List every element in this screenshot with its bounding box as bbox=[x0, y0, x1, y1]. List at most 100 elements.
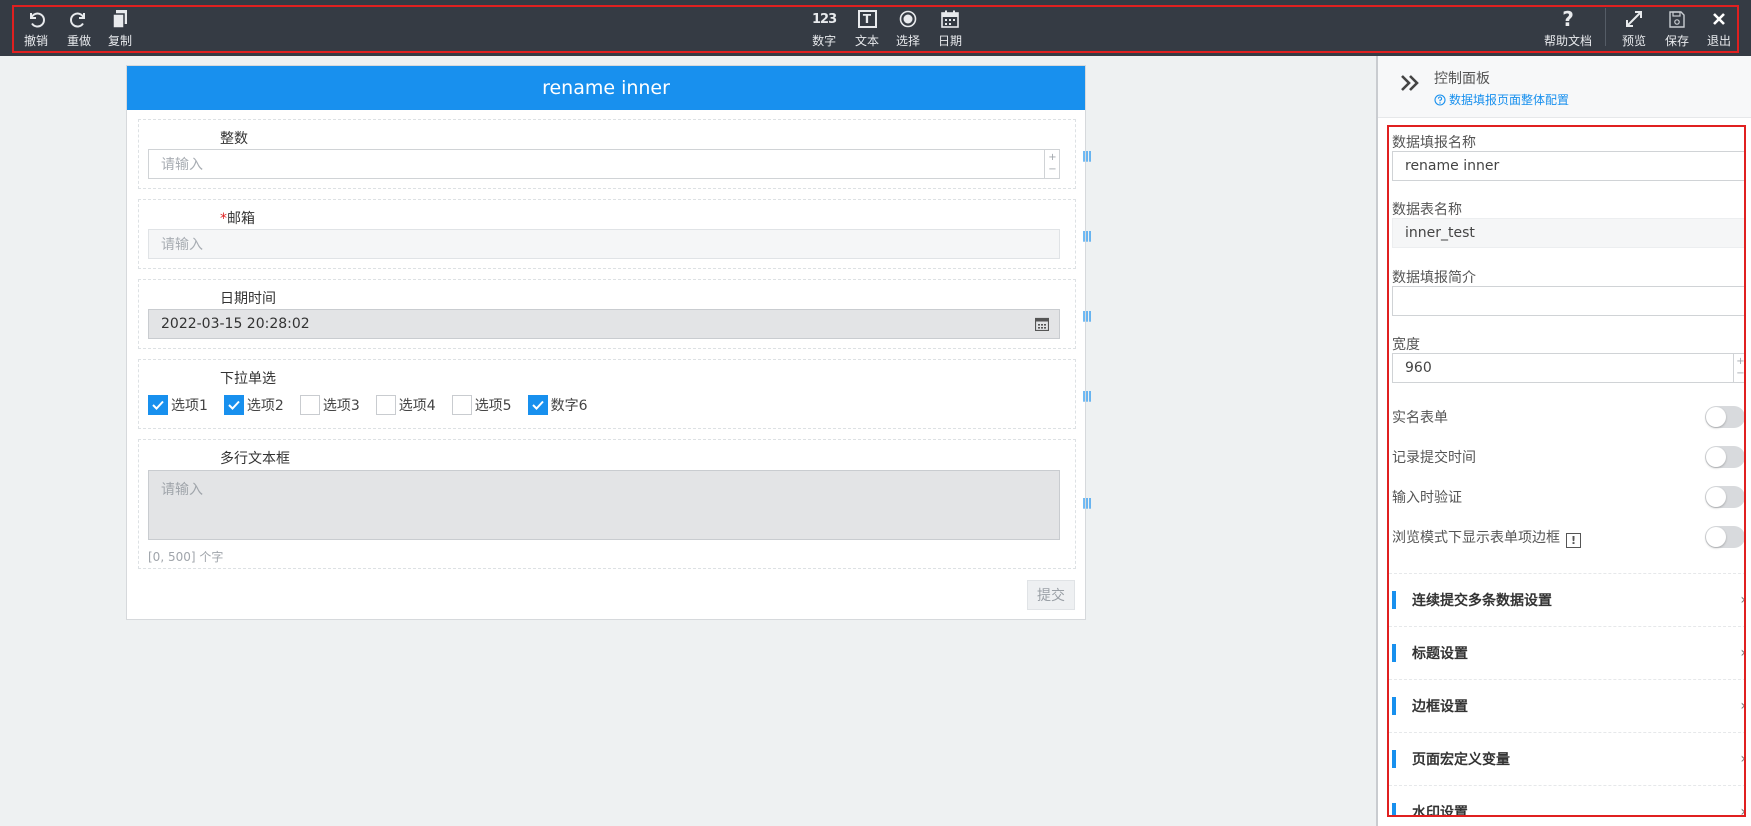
option-checkbox[interactable]: 选项2 bbox=[223, 395, 284, 415]
section-macro-variables[interactable]: 页面宏定义变量 › bbox=[1389, 732, 1746, 785]
section-accent-bar bbox=[1392, 591, 1396, 609]
checkbox-unchecked-icon[interactable] bbox=[299, 395, 320, 415]
textarea-field[interactable]: 多行文本框 请输入 [0, 500] 个字 ||| bbox=[138, 439, 1092, 569]
toggle-label: 输入时验证 bbox=[1392, 490, 1462, 506]
section-multi-submit[interactable]: 连续提交多条数据设置 › bbox=[1389, 573, 1746, 626]
option-label: 选项5 bbox=[474, 398, 512, 414]
integer-field[interactable]: 整数 请输入 + − ||| bbox=[138, 119, 1092, 189]
panel-header: 控制面板 数据填报页面整体配置 bbox=[1378, 56, 1751, 118]
chevron-right-icon: › bbox=[1740, 751, 1746, 767]
section-border-settings[interactable]: 边框设置 › bbox=[1389, 679, 1746, 732]
table-name-input[interactable]: inner_test bbox=[1392, 218, 1744, 248]
section-accent-bar bbox=[1392, 750, 1396, 768]
chevron-right-icon: › bbox=[1740, 804, 1746, 817]
realname-toggle[interactable] bbox=[1705, 406, 1744, 428]
top-toolbar: 撤销 重做 复制 123 数字 T 文本 选择 日期 ? 帮助文档 预览 保存 … bbox=[0, 0, 1751, 56]
multiline-textarea[interactable]: 请输入 bbox=[148, 470, 1060, 540]
width-stepper[interactable]: + − bbox=[1733, 353, 1744, 383]
character-counter: [0, 500] 个字 bbox=[148, 550, 224, 564]
option-label: 选项3 bbox=[322, 398, 360, 414]
email-field[interactable]: *邮箱 请输入 ||| bbox=[138, 199, 1092, 269]
form-name-label: 数据填报名称 bbox=[1392, 135, 1476, 151]
drag-handle-icon[interactable]: ||| bbox=[1082, 309, 1092, 322]
chevron-right-icon: › bbox=[1740, 698, 1746, 714]
chevron-right-icon: › bbox=[1740, 645, 1746, 661]
drag-handle-icon[interactable]: ||| bbox=[1082, 496, 1092, 509]
integer-input[interactable]: 请输入 + − bbox=[148, 149, 1060, 179]
help-circle-icon bbox=[1434, 93, 1446, 106]
required-mark: * bbox=[220, 211, 227, 227]
control-panel: 控制面板 数据填报页面整体配置 数据填报名称 rename inner 数据表名… bbox=[1378, 56, 1751, 826]
option-checkbox[interactable]: 选项3 bbox=[299, 395, 360, 415]
email-input-placeholder: 请输入 bbox=[161, 237, 203, 253]
integer-field-label: 整数 bbox=[220, 131, 248, 147]
checkbox-unchecked-icon[interactable] bbox=[375, 395, 396, 415]
section-title: 标题设置 bbox=[1412, 646, 1468, 662]
collapse-chevrons-icon[interactable] bbox=[1400, 74, 1420, 96]
integer-stepper[interactable]: + − bbox=[1044, 149, 1060, 179]
form-name-value: rename inner bbox=[1405, 158, 1500, 174]
drag-handle-icon[interactable]: ||| bbox=[1082, 389, 1092, 402]
section-watermark[interactable]: 水印设置 › bbox=[1389, 785, 1746, 817]
table-name-value: inner_test bbox=[1405, 225, 1475, 241]
chevron-right-icon: › bbox=[1740, 592, 1746, 608]
form-title: rename inner bbox=[127, 66, 1085, 110]
option-label: 选项4 bbox=[398, 398, 436, 414]
section-accent-bar bbox=[1392, 803, 1396, 815]
toolbar-highlight-frame bbox=[12, 5, 1739, 53]
section-accent-bar bbox=[1392, 644, 1396, 662]
toggle-knob bbox=[1706, 407, 1726, 427]
input-validation-toggle[interactable] bbox=[1705, 486, 1744, 508]
calendar-icon[interactable] bbox=[1034, 317, 1050, 335]
section-accent-bar bbox=[1392, 697, 1396, 715]
option-checkbox[interactable]: 选项5 bbox=[451, 395, 512, 415]
option-checkbox[interactable]: 选项1 bbox=[148, 395, 208, 415]
section-title-settings[interactable]: 标题设置 › bbox=[1389, 626, 1746, 679]
width-label: 宽度 bbox=[1392, 337, 1420, 353]
option-list: 选项1 选项2 选项3 选项4 选项5 数字6 bbox=[148, 395, 604, 415]
intro-input[interactable] bbox=[1392, 286, 1744, 316]
panel-title: 控制面板 bbox=[1434, 71, 1490, 87]
section-title: 边框设置 bbox=[1412, 699, 1468, 715]
panel-highlight-frame: 数据填报名称 rename inner 数据表名称 inner_test 数据填… bbox=[1387, 125, 1746, 817]
form-name-input[interactable]: rename inner bbox=[1392, 151, 1744, 181]
section-title: 页面宏定义变量 bbox=[1412, 752, 1510, 768]
submit-time-toggle[interactable] bbox=[1705, 446, 1744, 468]
toggle-knob bbox=[1706, 447, 1726, 467]
intro-label: 数据填报简介 bbox=[1392, 270, 1476, 286]
drag-handle-icon[interactable]: ||| bbox=[1082, 149, 1092, 162]
datetime-field[interactable]: 日期时间 2022-03-15 20:28:02 ||| bbox=[138, 279, 1092, 349]
table-name-label: 数据表名称 bbox=[1392, 202, 1462, 218]
option-label: 选项1 bbox=[171, 398, 208, 414]
width-input[interactable]: 960 + − bbox=[1392, 353, 1744, 383]
integer-input-placeholder: 请输入 bbox=[161, 157, 203, 173]
exclamation-info-icon[interactable]: ! bbox=[1566, 533, 1581, 548]
datetime-input[interactable]: 2022-03-15 20:28:02 bbox=[148, 309, 1060, 339]
drag-handle-icon[interactable]: ||| bbox=[1082, 229, 1092, 242]
datetime-field-label: 日期时间 bbox=[220, 291, 276, 307]
checkbox-unchecked-icon[interactable] bbox=[451, 395, 472, 415]
option-checkbox[interactable]: 选项4 bbox=[375, 395, 436, 415]
show-borders-toggle[interactable] bbox=[1705, 526, 1744, 548]
textarea-field-label: 多行文本框 bbox=[220, 451, 290, 467]
toggle-label: 记录提交时间 bbox=[1392, 450, 1476, 466]
option-checkbox[interactable]: 数字6 bbox=[527, 395, 588, 415]
toggle-label-row: 浏览模式下显示表单项边框! bbox=[1392, 527, 1581, 548]
textarea-placeholder: 请输入 bbox=[161, 482, 203, 498]
option-label: 数字6 bbox=[550, 398, 588, 414]
email-label-text: 邮箱 bbox=[227, 211, 255, 227]
checkbox-checked-icon[interactable] bbox=[223, 395, 244, 415]
dropdown-field-label: 下拉单选 bbox=[220, 371, 276, 387]
submit-button[interactable]: 提交 bbox=[1027, 580, 1075, 610]
checkbox-checked-icon[interactable] bbox=[527, 395, 548, 415]
dropdown-field[interactable]: 下拉单选 选项1 选项2 选项3 选项4 选项5 数字6 ||| bbox=[138, 359, 1092, 429]
checkbox-checked-icon[interactable] bbox=[148, 395, 168, 415]
option-label: 选项2 bbox=[246, 398, 284, 414]
email-input[interactable]: 请输入 bbox=[148, 229, 1060, 259]
email-field-label: *邮箱 bbox=[220, 208, 255, 228]
page-config-link[interactable]: 数据填报页面整体配置 bbox=[1434, 91, 1569, 108]
section-title: 水印设置 bbox=[1412, 805, 1468, 817]
page-config-link-text: 数据填报页面整体配置 bbox=[1449, 93, 1570, 107]
section-title: 连续提交多条数据设置 bbox=[1412, 593, 1552, 609]
toggle-label: 浏览模式下显示表单项边框 bbox=[1392, 530, 1560, 546]
